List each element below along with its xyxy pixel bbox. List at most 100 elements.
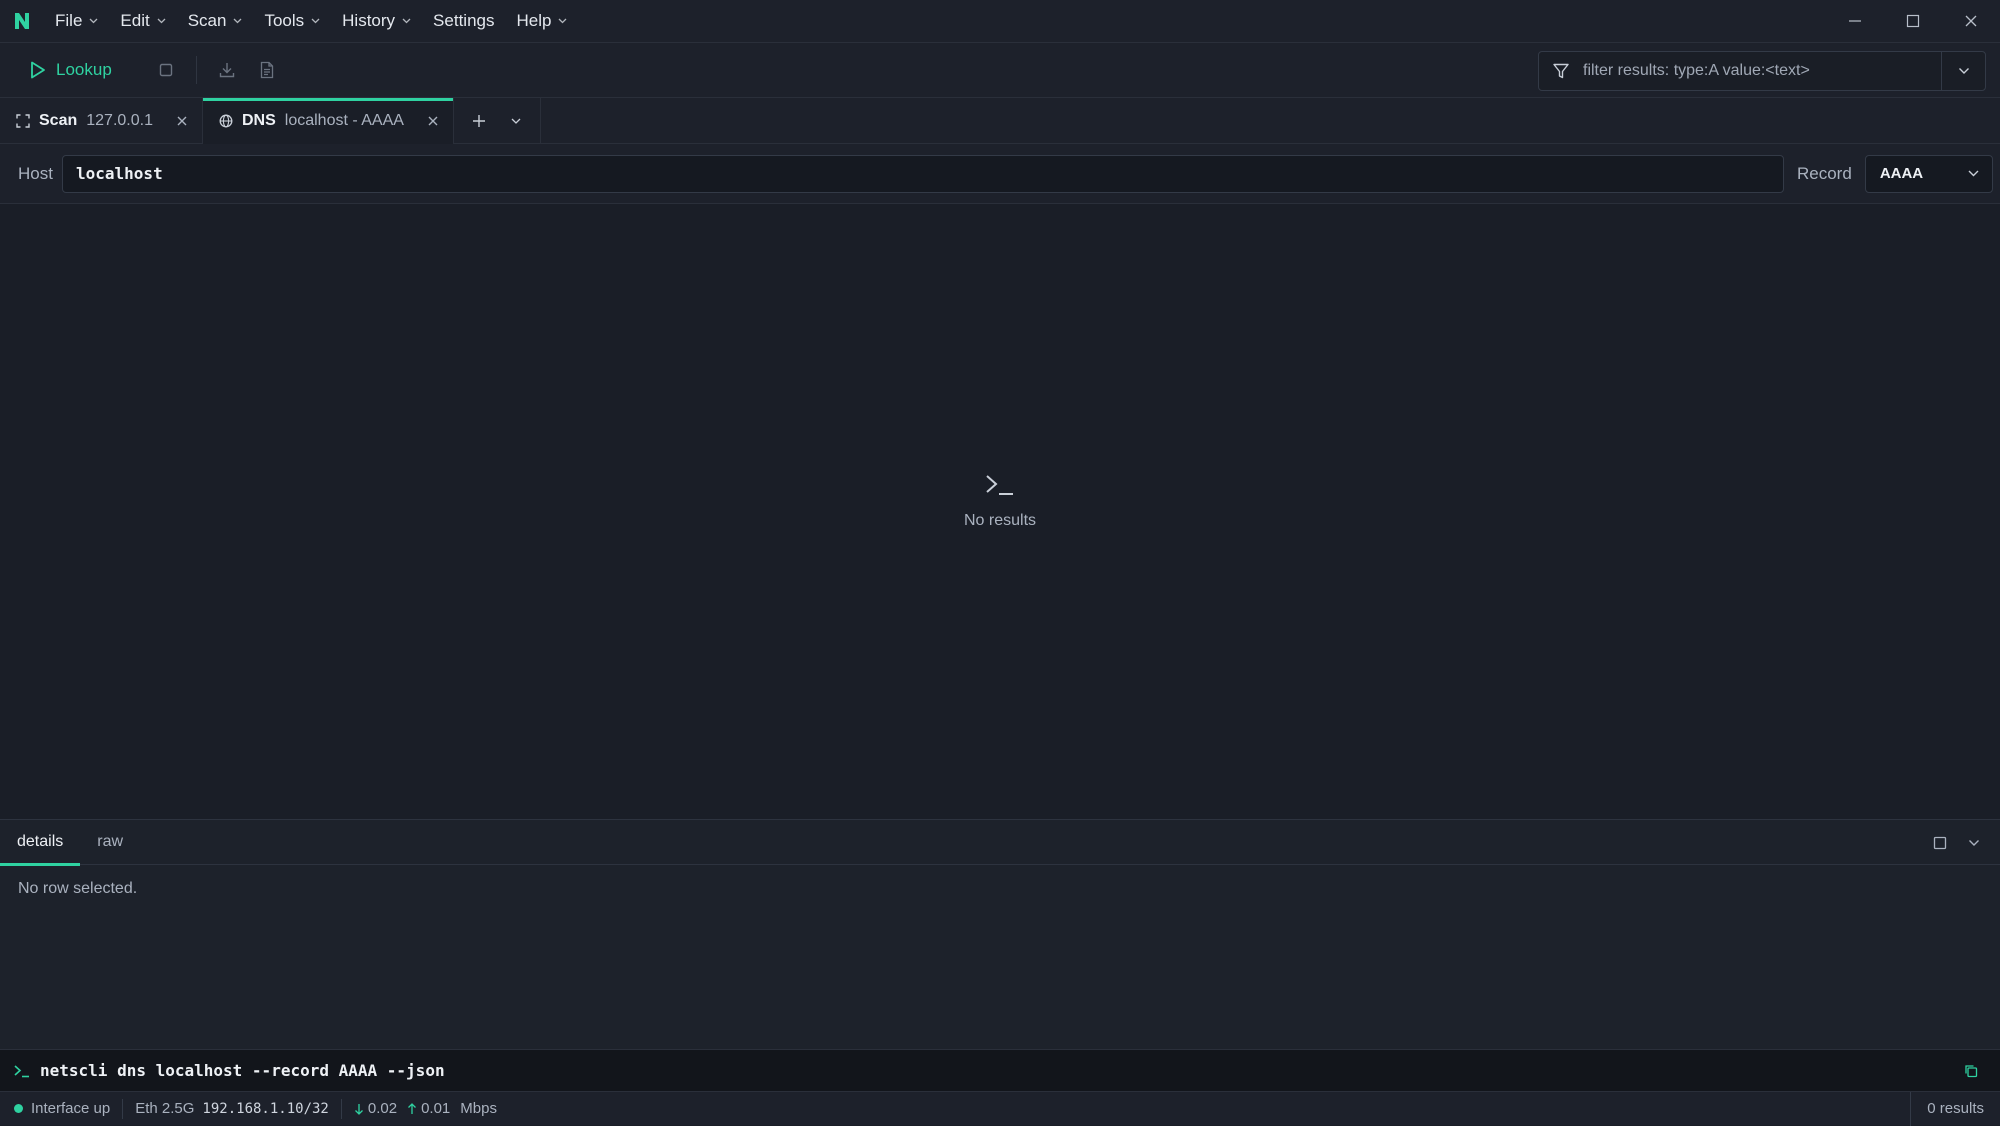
new-tab-button[interactable]	[454, 98, 504, 144]
empty-state: No results	[0, 472, 2000, 530]
filter-dropdown-button[interactable]	[1941, 52, 1985, 90]
no-results-text: No results	[963, 512, 1037, 529]
menu-bar: File Edit Scan Tools History Settings He…	[44, 0, 578, 43]
maximize-icon	[1933, 836, 1947, 849]
interface-info: Eth 2.5G 192.168.1.10/32	[123, 1092, 341, 1126]
chevron-down-icon	[1968, 170, 1979, 177]
chevron-down-icon	[511, 118, 521, 124]
stop-icon	[159, 63, 172, 77]
menu-label: Settings	[433, 11, 495, 30]
interface-status: Interface up	[0, 1092, 122, 1126]
menu-label: File	[55, 11, 83, 30]
menu-edit[interactable]: Edit	[109, 0, 176, 43]
maximize-icon	[1906, 14, 1920, 28]
close-tab-icon[interactable]	[427, 115, 439, 127]
export-report-button[interactable]	[247, 52, 287, 88]
close-icon	[1965, 15, 1977, 27]
maximize-panel-button[interactable]	[1924, 827, 1956, 859]
record-type-value: AAAA	[1879, 165, 1924, 182]
menu-label: History	[342, 11, 396, 30]
chevron-down-icon	[558, 18, 567, 24]
details-panel: details raw No row selected.	[0, 819, 2000, 1049]
tab-kind: Scan	[39, 112, 78, 129]
arrow-down-icon	[354, 1103, 363, 1115]
status-bar: Interface up Eth 2.5G 192.168.1.10/32 0.…	[0, 1091, 2000, 1126]
tab-description: 127.0.0.1	[86, 112, 153, 129]
host-label: Host	[18, 163, 53, 183]
tab-list-button[interactable]	[504, 98, 528, 144]
throughput: 0.02 0.01 Mbps	[342, 1092, 509, 1126]
toolbar: Lookup	[0, 43, 2000, 98]
arrow-up-icon	[408, 1102, 417, 1114]
minimize-icon	[1849, 20, 1861, 22]
document-icon	[260, 61, 273, 79]
toolbar-divider	[195, 56, 197, 84]
chevron-down-icon	[1969, 839, 1979, 846]
host-input[interactable]	[62, 154, 1784, 193]
close-window-button[interactable]	[1942, 0, 2000, 43]
menu-label: Help	[516, 11, 552, 30]
lookup-button[interactable]: Lookup	[26, 52, 116, 88]
tab-kind: DNS	[241, 112, 276, 129]
chevron-down-icon	[402, 18, 411, 24]
menu-history[interactable]: History	[331, 0, 422, 43]
scan-icon	[16, 114, 30, 128]
filter-input[interactable]	[1583, 52, 1941, 90]
close-tab-icon[interactable]	[176, 115, 188, 127]
menu-settings[interactable]: Settings	[422, 0, 505, 43]
filter-box	[1538, 51, 1986, 91]
window-controls	[1826, 0, 2000, 43]
tab-details[interactable]: details	[0, 820, 81, 866]
details-tabs: details raw	[0, 820, 2000, 866]
status-dot-icon	[14, 1104, 23, 1113]
prompt-icon	[14, 1064, 40, 1078]
download-button[interactable]	[207, 52, 247, 88]
interface-status-text: Interface up	[31, 1100, 111, 1117]
copy-command-button[interactable]	[1956, 1056, 1986, 1086]
record-label: Record	[1797, 163, 1852, 183]
menu-label: Edit	[120, 11, 150, 30]
ip-address: 192.168.1.10/32	[202, 1100, 329, 1117]
menu-scan[interactable]: Scan	[177, 0, 254, 43]
no-row-selected-text: No row selected.	[18, 880, 138, 897]
lookup-label: Lookup	[56, 60, 112, 79]
panel-controls	[1924, 820, 1990, 865]
chevron-down-icon	[157, 18, 166, 24]
download-icon	[219, 63, 234, 78]
command-preview: netscli dns localhost --record AAAA --js…	[0, 1049, 2000, 1091]
tab-label: raw	[97, 833, 124, 850]
chevron-down-icon	[233, 18, 242, 24]
chevron-down-icon	[1958, 68, 1969, 74]
tab-description: localhost - AAAA	[284, 112, 404, 129]
query-bar: Host Record AAAA	[0, 144, 2000, 204]
tab-scan[interactable]: Scan 127.0.0.1	[0, 98, 203, 144]
play-icon	[31, 61, 45, 79]
menu-file[interactable]: File	[44, 0, 109, 43]
minimize-button[interactable]	[1826, 0, 1884, 43]
collapse-panel-button[interactable]	[1958, 827, 1990, 859]
upload-rate: 0.01	[421, 1100, 451, 1117]
chevron-down-icon	[89, 18, 98, 24]
app-logo-icon	[0, 0, 44, 43]
menu-tools[interactable]: Tools	[253, 0, 331, 43]
filter-icon	[1539, 62, 1583, 80]
tab-raw[interactable]: raw	[80, 820, 140, 865]
terminal-icon	[986, 475, 1013, 495]
title-bar: File Edit Scan Tools History Settings He…	[0, 0, 2000, 43]
stop-button[interactable]	[146, 52, 186, 88]
menu-label: Tools	[264, 11, 305, 30]
tab-label: details	[17, 833, 64, 850]
interface-name: Eth 2.5G	[135, 1100, 195, 1117]
plus-icon	[472, 115, 485, 127]
globe-icon	[219, 114, 233, 128]
chevron-down-icon	[311, 18, 320, 24]
copy-icon	[1965, 1064, 1978, 1077]
tab-dns[interactable]: DNS localhost - AAAA	[202, 98, 454, 144]
record-type-select[interactable]: AAAA	[1864, 154, 1993, 193]
menu-help[interactable]: Help	[505, 0, 578, 43]
maximize-button[interactable]	[1884, 0, 1942, 43]
command-text: netscli dns localhost --record AAAA --js…	[40, 1061, 445, 1080]
tab-actions	[454, 98, 541, 143]
tab-bar: Scan 127.0.0.1 DNS localhost - AAAA	[0, 98, 2000, 144]
results-count: 0 results	[1910, 1091, 2000, 1126]
